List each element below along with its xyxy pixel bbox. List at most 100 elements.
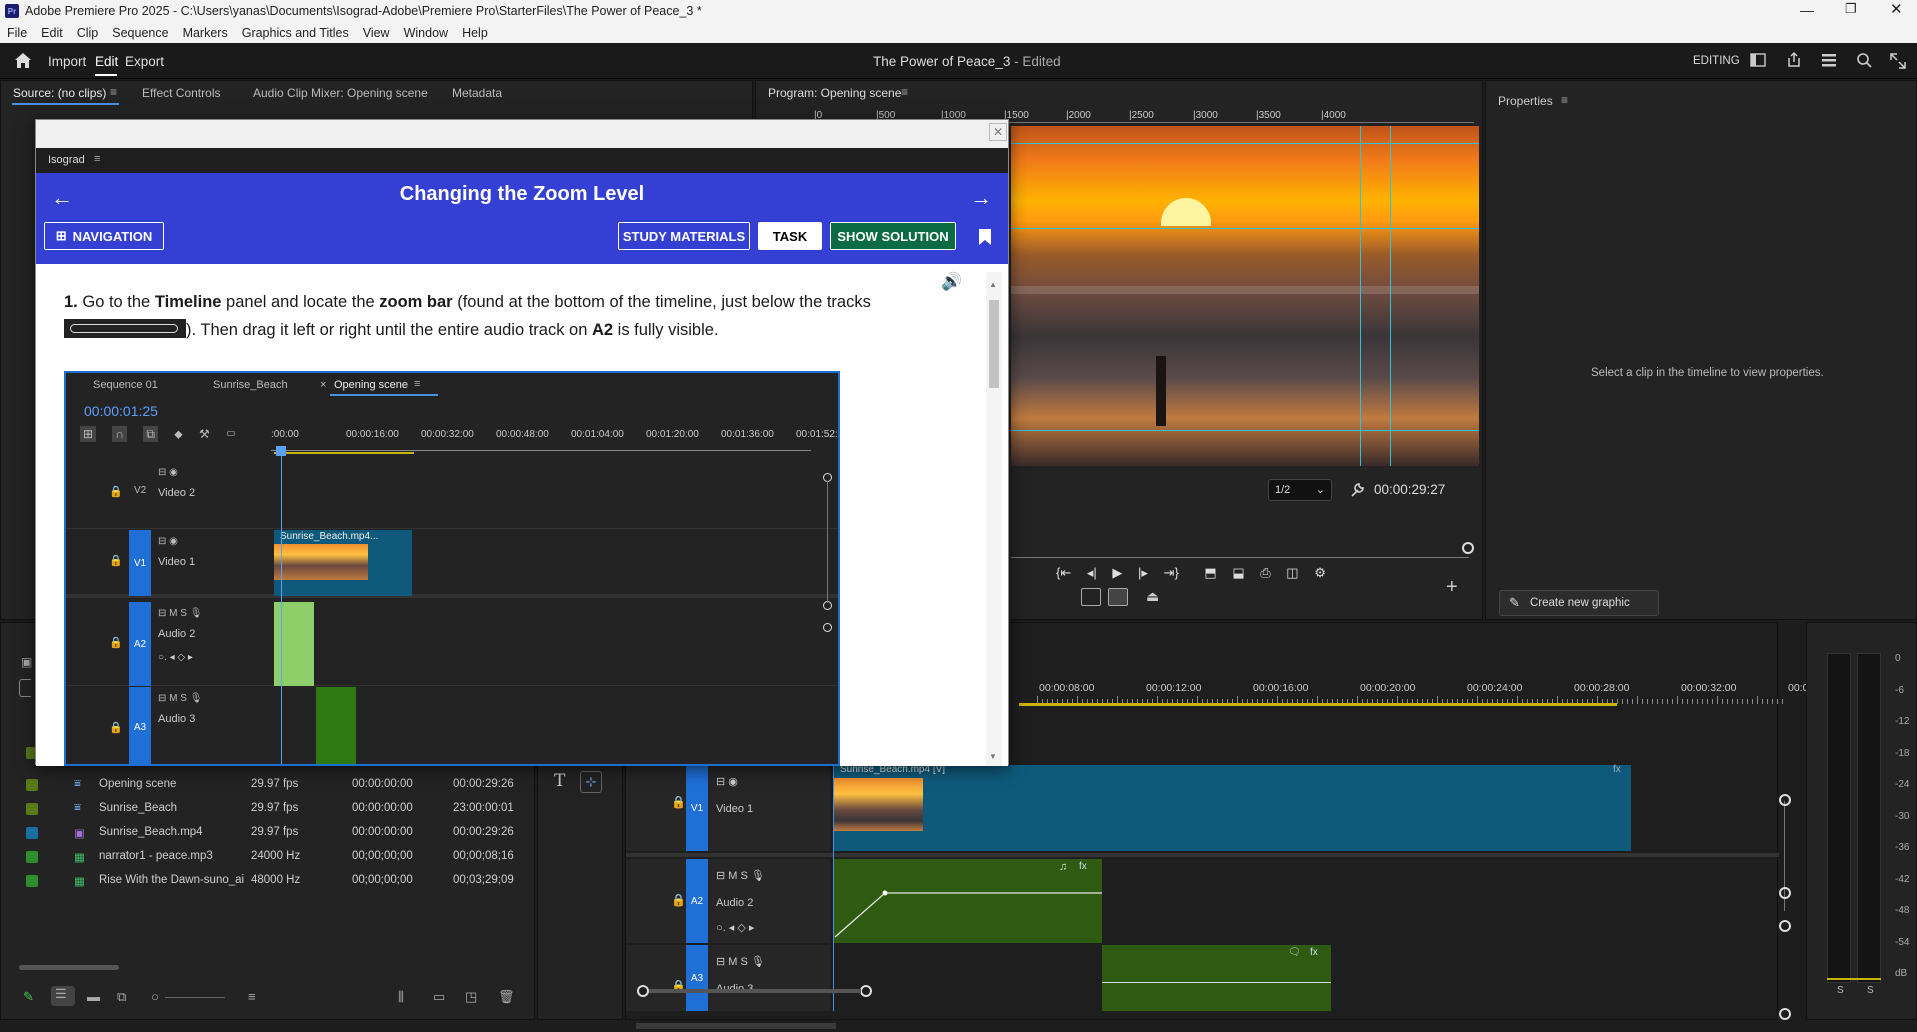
v-scroll-handle-audio-bottom[interactable] — [1779, 1008, 1791, 1020]
label-color-swatch[interactable] — [26, 851, 38, 863]
create-new-graphic-button[interactable]: ✎ Create new graphic — [1499, 590, 1659, 616]
lock-icon[interactable]: 🔒 — [671, 893, 686, 907]
audio-clip-a3[interactable]: 🗨 fx — [1102, 945, 1331, 1011]
solo-right[interactable]: S — [1867, 985, 1874, 996]
type-tool-icon[interactable]: T — [554, 771, 565, 791]
mark-in-icon[interactable]: {⇤ — [1056, 565, 1071, 580]
playhead-line[interactable] — [833, 763, 834, 1011]
v-scroll-handle-video-bottom[interactable] — [1779, 887, 1791, 899]
menu-markers[interactable]: Markers — [176, 26, 235, 40]
project-hscrollbar[interactable] — [19, 965, 119, 970]
extract-icon[interactable]: ⬓ — [1232, 565, 1244, 580]
timeline-zoom-bar[interactable] — [636, 1023, 836, 1029]
task-button[interactable]: TASK — [758, 222, 822, 250]
guides-icon[interactable] — [1108, 588, 1128, 606]
overlay-menu-icon[interactable]: ≡ — [94, 153, 100, 165]
quick-actions-icon[interactable] — [1821, 53, 1837, 67]
step-forward-icon[interactable]: |▸ — [1138, 565, 1148, 580]
tab-properties[interactable]: Properties — [1498, 94, 1553, 108]
track-v1-controls[interactable]: ⊟ ◉ — [716, 775, 738, 788]
step-back-icon[interactable]: ◂| — [1087, 565, 1097, 580]
track-target-a2[interactable]: A2 — [686, 859, 708, 943]
fx-badge[interactable]: fx — [1310, 947, 1318, 958]
trash-icon[interactable]: 🗑 — [498, 989, 515, 1005]
zoom-bar-thumb[interactable] — [649, 989, 861, 993]
list-view-icon[interactable]: ☰ — [51, 986, 75, 1006]
menu-window[interactable]: Window — [397, 26, 455, 40]
label-color-swatch[interactable] — [26, 803, 38, 815]
menu-clip[interactable]: Clip — [70, 26, 106, 40]
motion-tool-icon[interactable]: ⊹ — [580, 771, 602, 793]
menu-help[interactable]: Help — [455, 26, 495, 40]
forward-arrow-icon[interactable]: → — [970, 185, 992, 211]
search-icon[interactable] — [1856, 52, 1872, 68]
work-area-bar[interactable] — [1019, 703, 1617, 706]
fx-badge[interactable]: fx — [1613, 764, 1621, 775]
project-list-row[interactable]: ⩸ Opening scene 29.97 fps 00:00:00:00 00:00:… — [21, 773, 521, 797]
program-menu-icon[interactable]: ≡ — [901, 85, 908, 99]
share-icon[interactable] — [1786, 51, 1802, 68]
keyframe-nav-icon[interactable]: ○. ◂ ◇ ▸ — [716, 921, 754, 934]
overlay-close-icon[interactable]: ✕ — [989, 123, 1007, 141]
video-audio-divider[interactable] — [626, 853, 1779, 857]
track-target-a3[interactable]: A3 — [686, 945, 708, 1011]
source-menu-icon[interactable]: ≡ — [110, 85, 117, 99]
tab-program[interactable]: Program: Opening scene — [768, 86, 901, 100]
lift-icon[interactable]: ⬒ — [1204, 565, 1216, 580]
new-bin-icon[interactable]: ▭ — [433, 989, 445, 1005]
label-color-swatch[interactable] — [26, 875, 38, 887]
v-scroll-handle-top[interactable] — [1779, 794, 1791, 806]
project-search-input[interactable] — [19, 679, 31, 697]
project-list-row[interactable]: ▣ Sunrise_Beach.mp4 29.97 fps 00:00:00:00 00… — [21, 821, 521, 845]
solo-left[interactable]: S — [1837, 985, 1844, 996]
label-color-swatch[interactable] — [26, 779, 38, 791]
audio-clip-a2[interactable]: ♫ fx — [833, 859, 1102, 943]
automate-icon[interactable]: ⫼ — [398, 989, 404, 1005]
zoom-slider-handle[interactable]: ○ — [151, 989, 159, 1004]
tab-audio-clip-mixer[interactable]: Audio Clip Mixer: Opening scene — [253, 86, 428, 100]
program-video-frame[interactable] — [1011, 126, 1479, 466]
mark-out-icon[interactable]: ⇥} — [1164, 565, 1179, 580]
menu-graphics[interactable]: Graphics and Titles — [235, 26, 356, 40]
icon-view-icon[interactable]: ▬ — [87, 989, 100, 1004]
overlay-scrollbar[interactable]: ▲ ▼ — [986, 272, 1002, 766]
project-list-row[interactable]: ⩸ Sunrise_Beach 29.97 fps 00:00:00:00 23:00:… — [21, 797, 521, 821]
fullscreen-icon[interactable] — [1889, 52, 1907, 70]
project-list-row[interactable]: ▦ Rise With the Dawn-suno_ai 48000 Hz 00;00… — [21, 869, 521, 893]
home-icon[interactable] — [14, 52, 32, 69]
wrench-icon[interactable] — [1349, 482, 1365, 498]
zoom-bar-right-handle[interactable] — [860, 985, 872, 997]
audio-clip-a3-volume-line[interactable] — [1102, 982, 1331, 983]
show-solution-button[interactable]: SHOW SOLUTION — [830, 222, 956, 250]
zoom-bar-left-handle[interactable] — [637, 985, 649, 997]
program-scrub-end-handle[interactable] — [1462, 542, 1474, 554]
edit-tab[interactable]: Edit — [95, 54, 118, 69]
track-a3-controls[interactable]: ⊟ M S 🎙 — [716, 955, 765, 968]
close-icon[interactable]: ✕ — [1890, 0, 1903, 18]
overlay-scroll-thumb[interactable] — [989, 300, 999, 388]
fx-badge[interactable]: fx — [1079, 861, 1087, 872]
menu-file[interactable]: File — [0, 26, 34, 40]
maximize-icon[interactable]: ❐ — [1845, 1, 1857, 17]
add-button-icon[interactable]: + — [1446, 576, 1458, 599]
workspace-editing-label[interactable]: EDITING — [1693, 55, 1740, 67]
resolution-select[interactable]: 1/2 ⌄ — [1268, 479, 1332, 501]
new-item-icon[interactable]: ◳ — [465, 989, 477, 1005]
export-frame-icon[interactable]: ⎙ — [1260, 565, 1270, 580]
project-bin-icon[interactable]: ▣ — [21, 655, 32, 669]
import-tab[interactable]: Import — [48, 54, 86, 69]
panel-layout-icon[interactable] — [1750, 53, 1766, 67]
overlay-panel-name[interactable]: Isograd — [48, 154, 85, 166]
pencil-icon[interactable]: ✎ — [23, 989, 34, 1005]
program-scrub-ruler[interactable] — [1011, 548, 1469, 558]
play-icon[interactable]: ▶ — [1112, 565, 1122, 580]
settings-icon[interactable]: ⚙ — [1314, 565, 1326, 580]
tab-effect-controls[interactable]: Effect Controls — [142, 86, 220, 100]
menu-sequence[interactable]: Sequence — [105, 26, 175, 40]
minimize-icon[interactable]: — — [1800, 2, 1814, 18]
project-list-row[interactable]: ▦ narrator1 - peace.mp3 24000 Hz 00;00;00;0… — [21, 845, 521, 869]
menu-view[interactable]: View — [356, 26, 397, 40]
sort-icon[interactable]: ≡ — [248, 989, 256, 1004]
properties-menu-icon[interactable]: ≡ — [1561, 93, 1568, 107]
lock-icon[interactable]: 🔒 — [671, 795, 686, 809]
